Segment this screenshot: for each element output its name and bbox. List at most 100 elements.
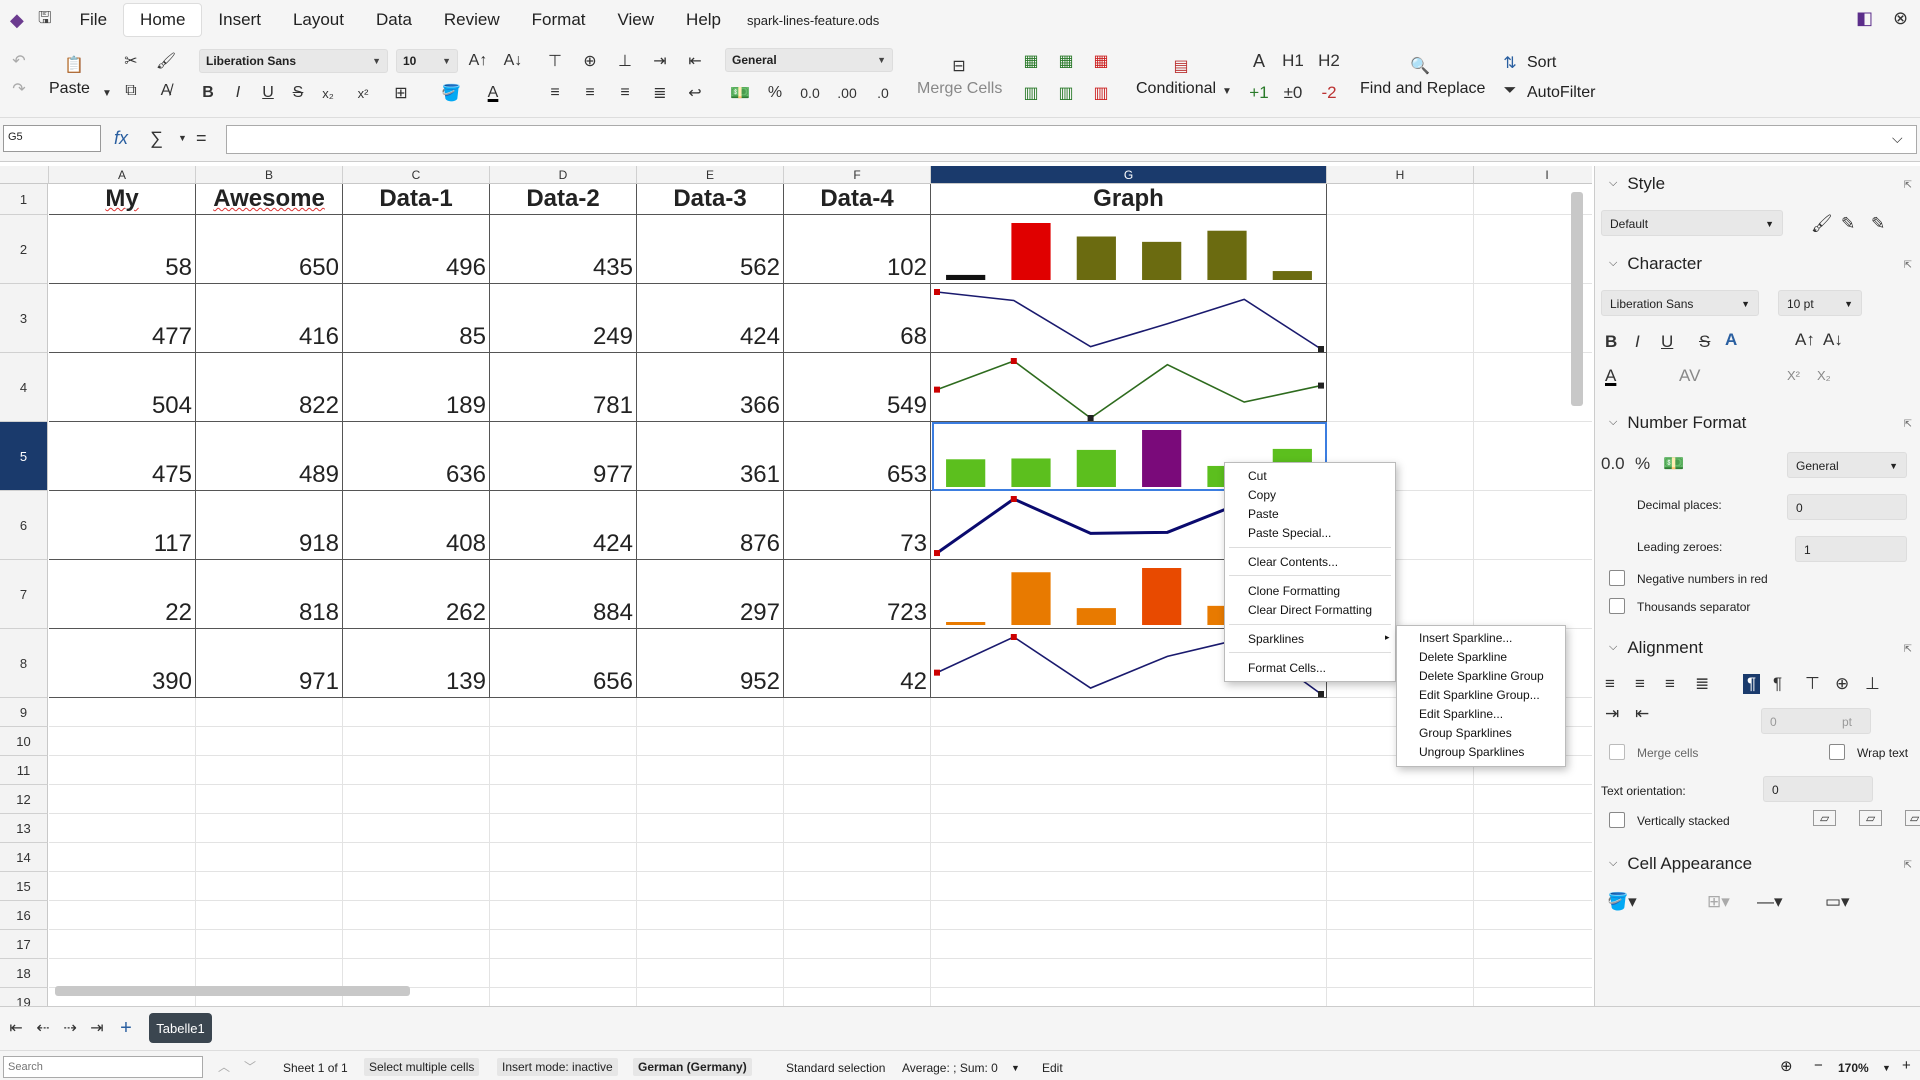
row-header[interactable]: 2 <box>0 215 48 284</box>
data-cell[interactable]: 408 <box>343 491 490 560</box>
wrap-text-checkbox[interactable] <box>1829 744 1845 760</box>
grid-cell[interactable] <box>1474 814 1592 843</box>
find-next-icon[interactable]: ﹀ <box>244 1058 256 1075</box>
sub-delete-sparkline-group[interactable]: Delete Sparkline Group <box>1419 669 1544 683</box>
data-cell[interactable]: 496 <box>343 215 490 284</box>
increase-indent-icon[interactable]: ⇥ <box>647 48 673 74</box>
sum-dropdown-icon[interactable]: ▼ <box>1011 1063 1020 1073</box>
sort-icon[interactable]: ⇅ <box>1497 50 1523 76</box>
menu-format[interactable]: Format <box>516 4 602 36</box>
sidebar-font-name-combo[interactable]: Liberation Sans ▼ <box>1601 290 1759 316</box>
merge-cells-checkbox[interactable] <box>1609 744 1625 760</box>
last-sheet-icon[interactable]: ⇥ <box>84 1015 110 1041</box>
grid-cell[interactable] <box>196 930 343 959</box>
insert-columns-after-icon[interactable]: ▥ <box>1053 80 1079 106</box>
menu-help[interactable]: Help <box>670 4 737 36</box>
grid-cell[interactable] <box>784 930 931 959</box>
sidebar-underline-icon[interactable]: U <box>1661 332 1673 352</box>
ctx-clear-contents[interactable]: Clear Contents... <box>1248 555 1338 569</box>
grid-cell[interactable] <box>1474 901 1592 930</box>
grid-cell[interactable] <box>637 988 784 1006</box>
row-header[interactable]: 19 <box>0 988 48 1006</box>
grid-cell[interactable] <box>343 930 490 959</box>
cell-background-icon[interactable]: 🪣▾ <box>1607 892 1637 912</box>
data-cell[interactable]: 822 <box>196 353 343 422</box>
zoom-reset-icon[interactable]: ⊕ <box>1780 1057 1793 1075</box>
data-cell[interactable]: 971 <box>196 629 343 698</box>
sum-dropdown-icon[interactable]: ▼ <box>178 133 187 143</box>
cell-border-icon[interactable]: ⊞▾ <box>1707 892 1730 912</box>
data-cell[interactable]: 117 <box>49 491 196 560</box>
rotate-standard-icon[interactable]: ▱ <box>1905 810 1920 826</box>
formula-input[interactable] <box>226 125 1917 154</box>
data-cell[interactable]: 249 <box>490 284 637 353</box>
data-cell[interactable]: 73 <box>784 491 931 560</box>
justify-icon[interactable]: ≣ <box>647 80 673 106</box>
insert-rows-below-icon[interactable]: ▦ <box>1053 48 1079 74</box>
grid-cell[interactable] <box>931 901 1327 930</box>
grid-cell[interactable] <box>931 959 1327 988</box>
data-cell[interactable]: 818 <box>196 560 343 629</box>
bad-style-icon[interactable]: -2 <box>1316 80 1342 106</box>
conditional-button[interactable]: Conditional <box>1136 80 1216 98</box>
grow-font-icon[interactable]: A↑ <box>465 48 491 74</box>
grid-cell[interactable] <box>490 698 637 727</box>
fill-format-icon[interactable]: 🖌 <box>1811 214 1833 234</box>
data-cell[interactable]: 22 <box>49 560 196 629</box>
vertical-scrollbar[interactable] <box>1571 192 1583 406</box>
grid-cell[interactable] <box>1474 988 1592 1006</box>
heading1-icon[interactable]: H1 <box>1280 48 1306 74</box>
zoom-out-icon[interactable]: − <box>1814 1057 1823 1074</box>
line-color-icon[interactable]: ▭▾ <box>1825 892 1850 912</box>
background-color-icon[interactable]: 🪣 <box>438 80 464 106</box>
grid-cell[interactable] <box>637 843 784 872</box>
font-color-icon[interactable]: A <box>480 80 506 106</box>
grid-cell[interactable] <box>1327 959 1474 988</box>
column-header-h[interactable]: H <box>1327 166 1474 184</box>
number-format-decimal-icon[interactable]: 0.0 <box>797 80 823 106</box>
expand-formula-icon[interactable]: ⌵ <box>1892 130 1903 147</box>
grid-cell[interactable] <box>784 959 931 988</box>
row-header[interactable]: 3 <box>0 284 48 353</box>
sidebar-currency-icon[interactable]: 💵 <box>1663 454 1684 474</box>
grid-cell[interactable] <box>637 785 784 814</box>
align-right-icon[interactable]: ≡ <box>612 80 638 106</box>
app-logo-icon[interactable]: ◆ <box>10 10 30 30</box>
sub-group-sparklines[interactable]: Group Sparklines <box>1419 726 1512 740</box>
row-header[interactable]: 8 <box>0 629 48 698</box>
new-style-icon[interactable]: ✎ <box>1841 214 1855 234</box>
sidebar-number-icon[interactable]: 0.0 <box>1601 454 1625 474</box>
strikethrough-icon[interactable]: S <box>285 80 311 106</box>
sidebar-number-format-combo[interactable]: General ▼ <box>1787 452 1907 478</box>
row-header[interactable]: 14 <box>0 843 48 872</box>
sidebar-valign-middle-icon[interactable]: ⊕ <box>1835 674 1849 694</box>
grid-cell[interactable] <box>490 814 637 843</box>
grid-cell[interactable] <box>49 843 196 872</box>
more-options-icon[interactable]: ⇱ <box>1904 260 1912 271</box>
merge-cells-icon[interactable]: ⊟ <box>946 54 972 78</box>
neutral-style-icon[interactable]: ±0 <box>1280 80 1306 106</box>
text-orientation-spinner[interactable]: 0 <box>1763 776 1873 802</box>
menu-view[interactable]: View <box>602 4 671 36</box>
align-middle-icon[interactable]: ⊕ <box>577 48 603 74</box>
data-cell[interactable]: 435 <box>490 215 637 284</box>
grid-cell[interactable] <box>931 698 1327 727</box>
conditional-format-icon[interactable]: ▤ <box>1168 54 1194 78</box>
align-left-icon[interactable]: ≡ <box>542 80 568 106</box>
good-style-icon[interactable]: +1 <box>1246 80 1272 106</box>
percent-icon[interactable]: % <box>762 80 788 106</box>
menu-insert[interactable]: Insert <box>202 4 277 36</box>
delete-decimal-icon[interactable]: .0 <box>870 80 896 106</box>
grid-cell[interactable] <box>784 785 931 814</box>
grid-cell[interactable]: Awesome <box>196 184 343 215</box>
update-style-icon[interactable]: ✎ <box>1871 214 1885 234</box>
data-cell[interactable]: 424 <box>637 284 784 353</box>
data-cell[interactable]: 416 <box>196 284 343 353</box>
grid-cell[interactable] <box>931 756 1327 785</box>
grid-cell[interactable] <box>196 901 343 930</box>
sub-insert-sparkline[interactable]: Insert Sparkline... <box>1419 631 1512 645</box>
data-cell[interactable]: 562 <box>637 215 784 284</box>
grid-cell[interactable] <box>784 988 931 1006</box>
grid-cell[interactable] <box>490 785 637 814</box>
row-header[interactable]: 17 <box>0 930 48 959</box>
